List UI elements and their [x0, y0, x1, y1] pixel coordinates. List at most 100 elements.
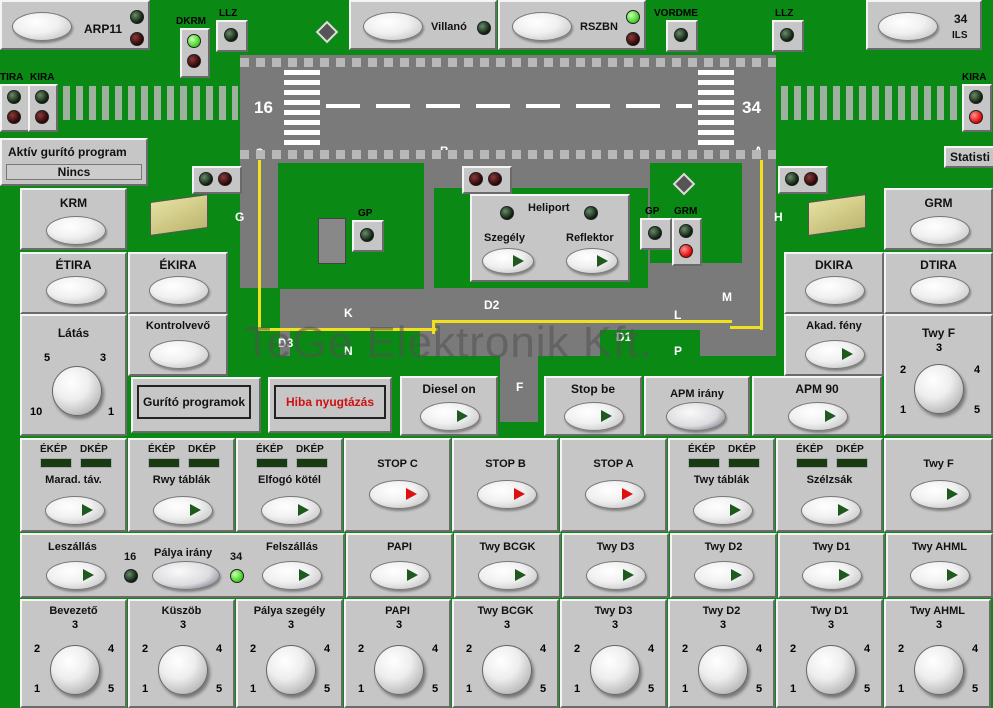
tira-label: TIRA	[0, 72, 24, 83]
edge-lights-top-left	[60, 86, 238, 120]
dkira-button[interactable]	[805, 276, 865, 305]
llz-left-signal	[216, 20, 248, 52]
tira-light-1	[7, 90, 21, 104]
villano-button[interactable]	[363, 12, 423, 41]
apm-irany-panel: APM irány	[644, 376, 750, 436]
row3-button-6[interactable]	[692, 496, 753, 525]
akad-feny-indicator-icon	[842, 348, 853, 360]
intensity-knob-6[interactable]	[698, 645, 748, 695]
diesel-button[interactable]	[420, 402, 480, 431]
stopbar-b-signal	[462, 166, 512, 194]
intensity-knob-7[interactable]	[806, 645, 856, 695]
ekep-indicator	[796, 458, 828, 468]
hiba-nyugtazas-button[interactable]: Hiba nyugtázás	[268, 377, 392, 433]
row3-button-0[interactable]	[44, 496, 105, 525]
row3-button-5[interactable]	[584, 480, 645, 509]
intensity-knob-0[interactable]	[50, 645, 100, 695]
watermark-text: TeGe Elektronik Kft.	[244, 318, 653, 367]
intensity-knob-4[interactable]	[482, 645, 532, 695]
knob-scale-n2: 2	[790, 643, 797, 655]
kontrolveve-button[interactable]	[149, 340, 209, 369]
statistics-button[interactable]: Statisti	[944, 146, 993, 168]
knob-scale-n2: 2	[34, 643, 41, 655]
green-indicator-icon	[839, 569, 850, 581]
palya-irany-button[interactable]	[152, 561, 220, 590]
latas-10: 10	[30, 406, 43, 418]
twyf-knob[interactable]	[914, 364, 964, 414]
row3-button-4[interactable]	[476, 480, 537, 509]
green-indicator-icon	[189, 504, 201, 516]
edge-lights-runway-top	[240, 58, 776, 67]
arp11-button[interactable]	[12, 12, 72, 41]
knob-scale-n4: 4	[540, 643, 547, 655]
heliport-reflektor-button[interactable]	[566, 248, 618, 274]
heliport-reflektor-label: Reflektor	[566, 232, 614, 244]
intensity-knob-5[interactable]	[590, 645, 640, 695]
row4-button-2[interactable]	[586, 561, 646, 590]
llz-right-signal	[772, 20, 804, 52]
dtira-panel: DTIRA	[884, 252, 993, 314]
gurito-programs-button[interactable]: Gurító programok	[131, 377, 261, 433]
apm-irany-button[interactable]	[666, 402, 726, 431]
heliport-szegely-button[interactable]	[482, 248, 534, 274]
dkep-indicator	[80, 458, 112, 468]
leszallas-button[interactable]	[46, 561, 106, 590]
row3-panel-4: STOP B	[452, 438, 559, 532]
villano-panel: Villanó	[349, 0, 497, 50]
gp-right-label: GP	[645, 206, 660, 217]
intensity-knob-2[interactable]	[266, 645, 316, 695]
ils34-button[interactable]	[878, 12, 938, 41]
gp-left-light	[360, 228, 374, 242]
row3-button-3[interactable]	[368, 480, 429, 509]
knob-scale-n5: 5	[108, 683, 115, 695]
knob-scale-n3: 3	[504, 619, 511, 631]
grm-map-signal	[672, 218, 702, 266]
ekira-button[interactable]	[149, 276, 209, 305]
akad-feny-panel: Akad. fény	[784, 314, 884, 376]
apm90-button[interactable]	[788, 402, 848, 431]
intensity-knob-8[interactable]	[914, 645, 964, 695]
grm-button[interactable]	[910, 216, 970, 245]
latas-knob[interactable]	[52, 366, 102, 416]
intensity-knob-3[interactable]	[374, 645, 424, 695]
knob-scale-n5: 5	[432, 683, 439, 695]
row4-button-5[interactable]	[910, 561, 970, 590]
knob-label-5: Twy D3	[594, 605, 633, 617]
row3-button-1[interactable]	[152, 496, 213, 525]
felszallas-button[interactable]	[262, 561, 322, 590]
knob-scale-n5: 5	[756, 683, 763, 695]
ekira-panel: ÉKIRA	[128, 252, 228, 314]
knob-scale-n4: 4	[648, 643, 655, 655]
rszbn-button[interactable]	[512, 12, 572, 41]
ils34-number: 34	[954, 12, 968, 26]
knob-scale-n2: 2	[898, 643, 905, 655]
row4-button-1[interactable]	[478, 561, 538, 590]
row4-label-1: Twy BCGK	[479, 541, 536, 553]
akad-feny-button[interactable]	[805, 340, 865, 369]
row4-button-0[interactable]	[370, 561, 430, 590]
row3-label-5: STOP A	[593, 458, 634, 470]
dtira-button[interactable]	[910, 276, 970, 305]
direction-34-label: 34	[230, 551, 243, 563]
hiba-nyugtazas-label: Hiba nyugtázás	[274, 385, 386, 419]
heliport-panel: Heliport Szegély Reflektor	[470, 194, 630, 282]
heliport-light-2	[584, 206, 598, 220]
knob-panel-5: Twy D3 3 2 4 1 5	[560, 599, 667, 708]
krm-button[interactable]	[46, 216, 106, 245]
row4-button-3[interactable]	[694, 561, 754, 590]
row3-button-8[interactable]	[909, 480, 970, 509]
stopbar-c-light-1	[199, 172, 213, 186]
green-indicator-icon	[731, 569, 742, 581]
taxiway-d2-label: D2	[484, 298, 500, 312]
row3-button-2[interactable]	[260, 496, 321, 525]
stopbe-button[interactable]	[564, 402, 624, 431]
leszallas-panel: Leszállás 16 Pálya irány 34 Felszállás	[20, 533, 345, 598]
knob-label-2: Pálya szegély	[253, 605, 326, 617]
intensity-knob-1[interactable]	[158, 645, 208, 695]
dkira-label: DKIRA	[815, 258, 853, 272]
latas-3: 3	[100, 352, 107, 364]
rszbn-green-light	[626, 10, 640, 24]
row4-button-4[interactable]	[802, 561, 862, 590]
etira-button[interactable]	[46, 276, 106, 305]
row3-button-7[interactable]	[800, 496, 861, 525]
